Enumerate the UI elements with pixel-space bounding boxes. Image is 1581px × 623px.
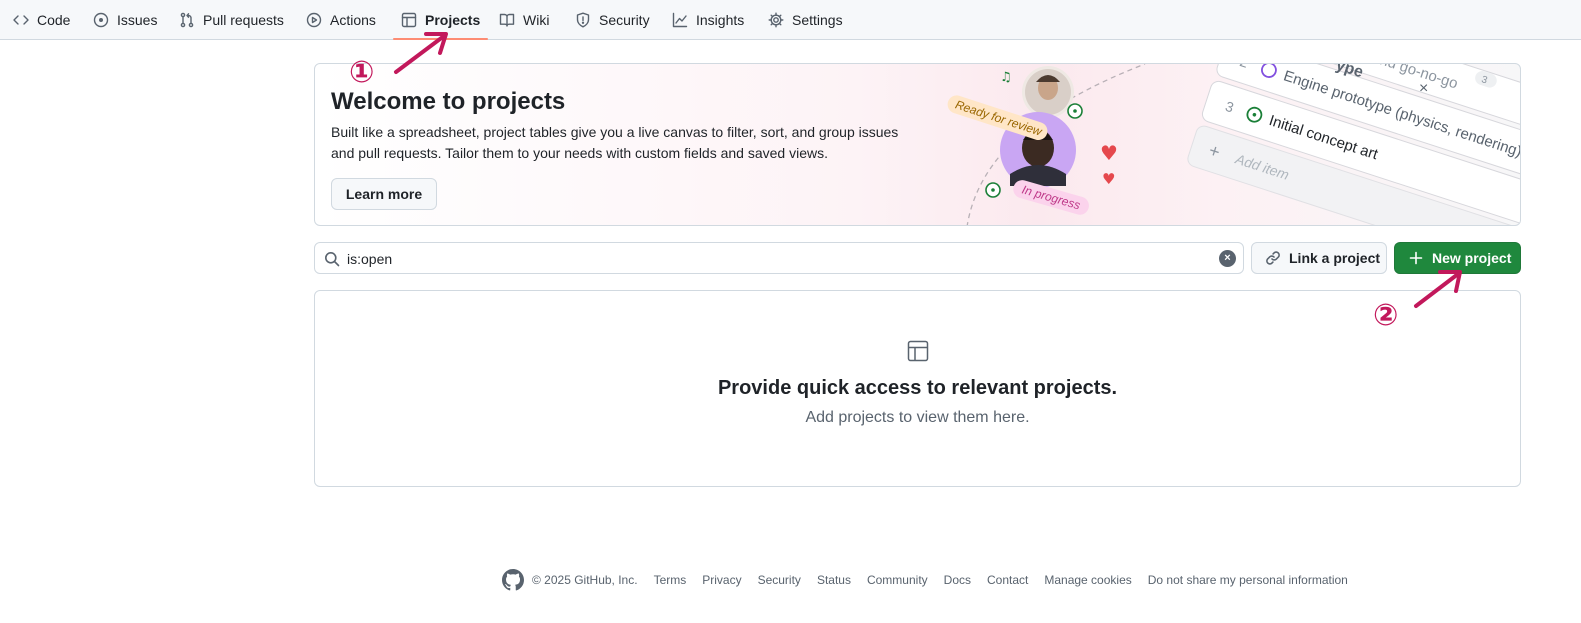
annotation-step-1: ① xyxy=(349,56,375,89)
tab-insights[interactable]: Insights xyxy=(672,0,744,39)
tab-settings[interactable]: Settings xyxy=(768,0,843,39)
footer-link-privacy[interactable]: Privacy xyxy=(702,573,741,587)
projects-illustration: 1 Game brief and go-no-go 2 Engine proto… xyxy=(947,64,1520,225)
tab-actions[interactable]: Actions xyxy=(306,0,376,39)
empty-state-subtitle: Add projects to view them here. xyxy=(805,409,1030,426)
svg-text:♫: ♫ xyxy=(1000,70,1012,85)
close-banner-button[interactable]: × xyxy=(1419,81,1428,97)
shield-icon xyxy=(576,12,590,27)
new-project-button[interactable]: New project xyxy=(1394,242,1521,274)
github-logo-icon xyxy=(502,569,524,591)
svg-text:♥: ♥ xyxy=(1100,141,1118,165)
footer-link-do-not-share[interactable]: Do not share my personal information xyxy=(1148,573,1348,587)
projects-empty-state: Provide quick access to relevant project… xyxy=(314,290,1521,487)
svg-text:♥: ♥ xyxy=(1102,170,1115,188)
footer-link-status[interactable]: Status xyxy=(817,573,851,587)
tab-security[interactable]: Security xyxy=(575,0,650,39)
footer-link-security[interactable]: Security xyxy=(758,573,801,587)
footer-link-manage-cookies[interactable]: Manage cookies xyxy=(1044,573,1131,587)
issue-icon xyxy=(93,12,109,27)
annotation-step-2: ② xyxy=(1373,299,1399,332)
search-input[interactable] xyxy=(347,248,1207,270)
table-icon xyxy=(401,12,417,27)
link-icon xyxy=(1266,251,1280,265)
banner-title: Welcome to projects xyxy=(331,88,566,115)
link-project-button[interactable]: Link a project xyxy=(1251,242,1387,274)
empty-state-title: Provide quick access to relevant project… xyxy=(717,377,1118,399)
tab-pull-requests[interactable]: Pull requests xyxy=(179,0,284,39)
footer-link-contact[interactable]: Contact xyxy=(987,573,1028,587)
gear-icon xyxy=(768,12,784,27)
tab-projects[interactable]: Projects xyxy=(392,0,489,40)
book-icon xyxy=(499,13,515,27)
tab-issues[interactable]: Issues xyxy=(93,0,157,39)
code-icon xyxy=(13,14,29,25)
footer-copyright: © 2025 GitHub, Inc. xyxy=(532,573,638,587)
tag-in-progress: In progress xyxy=(1020,182,1082,212)
tab-code[interactable]: Code xyxy=(13,0,70,39)
welcome-banner: Welcome to projects Built like a spreads… xyxy=(314,63,1521,226)
plus-icon xyxy=(1409,251,1423,265)
play-icon xyxy=(306,12,322,27)
learn-more-button[interactable]: Learn more xyxy=(331,178,437,210)
footer-link-community[interactable]: Community xyxy=(867,573,928,587)
pull-request-icon xyxy=(180,12,194,27)
repo-nav: Code Issues Pull requests Actions Projec… xyxy=(0,0,1581,40)
search-icon xyxy=(325,252,340,267)
footer: © 2025 GitHub, Inc. Terms Privacy Securi… xyxy=(502,568,1364,592)
graph-icon xyxy=(672,12,688,27)
table-icon xyxy=(907,340,929,362)
banner-description: Built like a spreadsheet, project tables… xyxy=(331,124,899,161)
footer-link-docs[interactable]: Docs xyxy=(944,573,971,587)
tab-wiki[interactable]: Wiki xyxy=(499,0,549,39)
project-search[interactable]: × xyxy=(314,242,1244,274)
footer-link-terms[interactable]: Terms xyxy=(654,573,687,587)
clear-search-button[interactable]: × xyxy=(1219,250,1236,267)
